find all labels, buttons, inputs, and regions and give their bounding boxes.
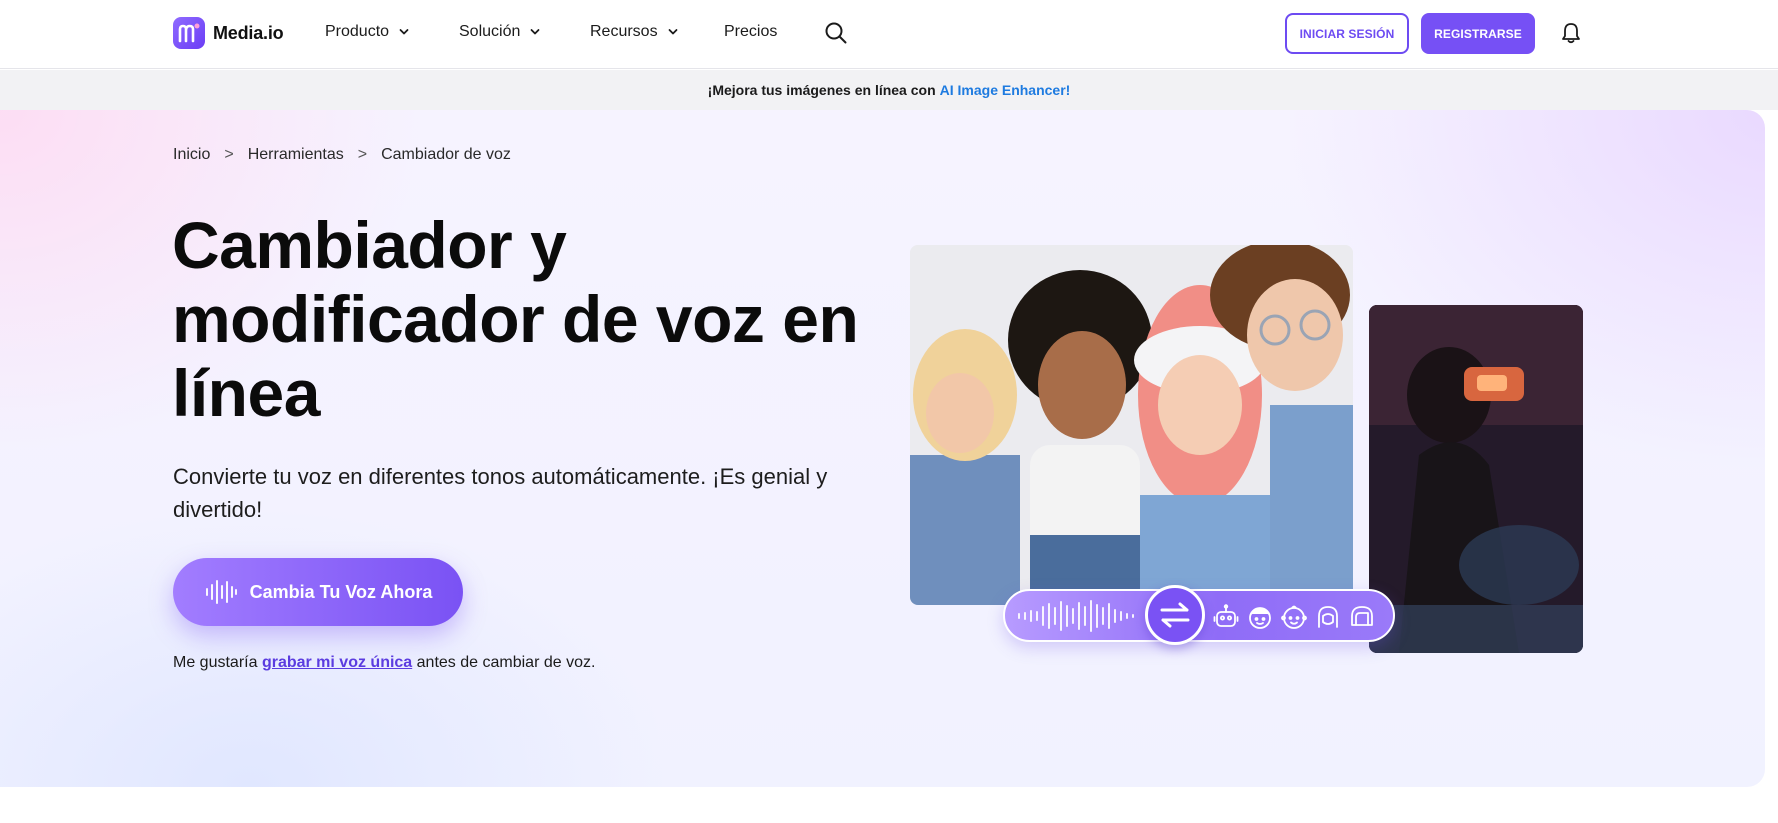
breadcrumb-item-current: Cambiador de voz	[381, 146, 511, 163]
bell-icon[interactable]	[1561, 22, 1581, 44]
nav-item-label: Solución	[459, 23, 521, 40]
swap-voice-button[interactable]	[1145, 585, 1205, 645]
nav-item-label: Recursos	[590, 23, 658, 40]
page-title: Cambiador y modificador de voz en línea	[172, 208, 859, 430]
nav-item-label: Producto	[325, 23, 390, 40]
login-button[interactable]: INICIAR SESIÓN	[1285, 13, 1409, 54]
waveform-icon	[205, 580, 237, 604]
promo-banner: ¡Mejora tus imágenes en línea con AI Ima…	[0, 70, 1778, 110]
record-note-prefix: Me gustaría	[173, 654, 258, 671]
breadcrumb-separator: >	[224, 146, 234, 163]
breadcrumb-separator: >	[357, 146, 368, 163]
hero-image-group-photo	[910, 245, 1353, 605]
baby-icon[interactable]	[1280, 603, 1308, 631]
chevron-down-icon	[399, 29, 409, 35]
nav-item-label: Precios	[724, 23, 778, 40]
logo[interactable]: Media.io	[173, 17, 284, 49]
breadcrumb-item-inicio[interactable]: Inicio	[173, 146, 210, 164]
girl-icon[interactable]	[1314, 603, 1342, 631]
search-icon[interactable]	[824, 21, 848, 45]
hero-section: Inicio > Herramientas > Cambiador de voz…	[0, 110, 1765, 787]
breadcrumb-item-herramientas[interactable]: Herramientas	[248, 146, 344, 164]
breadcrumb: Inicio > Herramientas > Cambiador de voz	[173, 146, 511, 164]
hero-image-vr-photo	[1369, 305, 1583, 653]
promo-link[interactable]: AI Image Enhancer!	[940, 82, 1071, 98]
robot-icon[interactable]	[1212, 603, 1240, 631]
record-voice-link[interactable]: grabar mi voz única	[262, 654, 412, 671]
waveform-icon	[1018, 600, 1134, 632]
hero-description: Convierte tu voz en diferentes tonos aut…	[173, 464, 828, 522]
nav-item-producto[interactable]: Producto	[325, 23, 409, 41]
nav-item-recursos[interactable]: Recursos	[590, 23, 678, 41]
swap-arrows-icon	[1160, 602, 1190, 628]
cta-label: Cambia Tu Voz Ahora	[249, 581, 433, 602]
register-button[interactable]: REGISTRARSE	[1421, 13, 1535, 54]
nav-item-solucion[interactable]: Solución	[459, 23, 540, 41]
promo-text: ¡Mejora tus imágenes en línea con	[707, 82, 936, 98]
child-icon[interactable]	[1246, 603, 1274, 631]
change-voice-button[interactable]: Cambia Tu Voz Ahora	[173, 558, 463, 626]
record-note-suffix: antes de cambiar de voz.	[416, 654, 596, 671]
logo-text: Media.io	[213, 22, 284, 43]
chevron-down-icon	[668, 29, 677, 35]
chevron-down-icon	[530, 29, 540, 35]
top-navigation: Media.io Producto Solución Recursos Prec…	[0, 0, 1778, 69]
record-note: Me gustaría grabar mi voz única antes de…	[173, 654, 595, 672]
media-io-logo-icon	[173, 17, 205, 49]
helmet-icon[interactable]	[1348, 603, 1376, 631]
nav-item-precios[interactable]: Precios	[724, 23, 777, 41]
